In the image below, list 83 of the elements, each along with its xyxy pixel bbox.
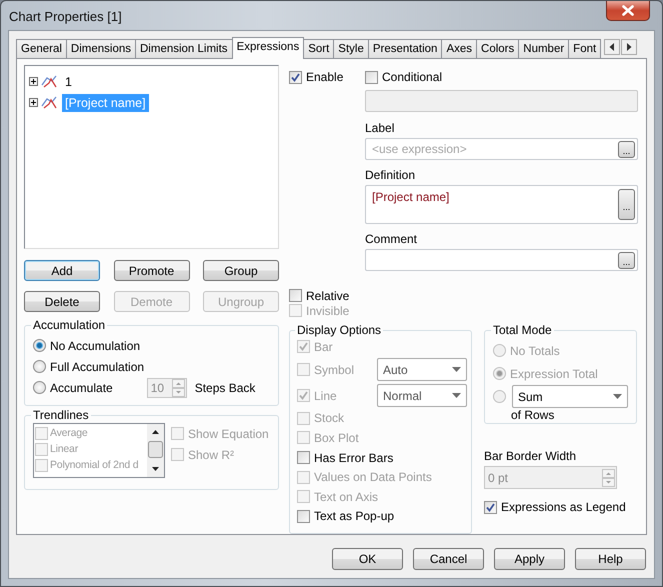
checkbox-label: Relative [306,288,350,302]
expand-icon[interactable] [29,77,38,86]
radio-label: No Accumulation [50,338,140,352]
checkbox[interactable] [297,451,310,464]
scroll-right-icon[interactable] [621,39,638,55]
tab[interactable]: Style [333,39,368,58]
button[interactable]: Group [203,260,279,281]
close-button[interactable] [606,1,650,21]
condition-field[interactable] [365,90,638,112]
radio-label: No Totals [510,344,560,358]
dropdown-caret-icon [613,394,622,399]
line-chart-icon [41,96,57,109]
line-chart-icon [41,75,57,88]
tab[interactable]: Sort [303,39,334,58]
checkbox-label: Has Error Bars [314,450,394,465]
checkbox-label: Show Equation [188,426,269,440]
ellipsis-button[interactable]: ... [618,189,635,220]
ellipsis-button[interactable]: ... [618,140,635,158]
button[interactable]: Help [575,548,646,570]
tab[interactable]: Dimension Limits [135,39,232,58]
button[interactable]: Promote [114,260,190,281]
tab[interactable]: Colors [476,39,518,58]
checkbox[interactable] [297,510,310,523]
button[interactable]: Apply [494,548,565,570]
checkbox-label: Conditional [382,70,442,84]
expand-icon[interactable] [29,98,38,107]
group-title: Total Mode [492,323,553,337]
field-caption: Comment [365,232,418,246]
dropdown-caret-icon [452,367,461,372]
checkbox-label: Symbol [314,362,354,377]
field-caption: of Rows [511,408,554,422]
checkbox-label: Show R² [188,448,234,462]
tab[interactable]: Dimensions [66,39,135,58]
checkbox-label: Stock [314,411,344,426]
checkbox[interactable] [35,442,48,456]
tab[interactable]: Presentation [368,39,442,58]
checkbox[interactable] [289,289,302,302]
group-title: Trendlines [32,408,90,422]
dropdown-caret-icon [452,393,461,398]
checkbox[interactable] [484,500,497,514]
scrollbar[interactable] [147,424,164,477]
scroll-left-icon[interactable] [604,39,620,55]
checkbox-label: Expressions as Legend [501,500,626,514]
ellipsis-button[interactable]: ... [618,252,635,268]
button[interactable]: Cancel [413,548,484,570]
label-field[interactable]: <use expression> ... [365,138,638,160]
button[interactable]: OK [332,548,403,570]
checkbox[interactable] [365,70,378,84]
checkbox-label: Bar [314,340,333,354]
close-icon [622,5,634,16]
radio-button[interactable] [33,381,46,394]
checkbox-label: Values on Data Points [314,470,432,484]
tab[interactable]: Number [518,39,568,58]
button[interactable]: Add [24,260,100,281]
group-title: Accumulation [32,318,106,332]
tab[interactable]: Axes [441,39,476,58]
radio-label: Expression Total [510,366,598,380]
tab[interactable]: Expressions [232,37,304,59]
definition-field[interactable]: [Project name] ... [365,185,638,224]
checkbox-label: Invisible [306,304,350,318]
button[interactable]: Delete [24,291,100,312]
field-caption: Bar Border Width [484,449,578,463]
checkbox-label: Text as Pop-up [314,509,394,524]
radio-button[interactable] [33,360,46,373]
field-caption: Label [365,121,396,135]
group-title: Display Options [296,323,382,337]
checkbox-label: Enable [306,70,344,84]
checkbox-label: Box Plot [314,430,359,445]
steps-label: Steps Back [194,380,256,394]
checkbox-label: Line [314,388,337,403]
tab[interactable]: General [16,39,66,58]
field-caption: Definition [365,168,416,182]
checkbox[interactable] [35,458,48,472]
tree-item[interactable]: 1 [62,72,75,90]
comment-field[interactable]: ... [365,249,638,271]
window-title: Chart Properties [1] [9,9,122,24]
tab[interactable]: Font [568,39,602,58]
checkbox[interactable] [35,426,48,440]
checkbox-label: Text on Axis [314,490,378,504]
radio-label: Full Accumulation [50,360,144,374]
radio-label: Accumulate [50,380,113,394]
radio-button[interactable] [33,339,46,352]
checkbox[interactable] [289,70,302,84]
